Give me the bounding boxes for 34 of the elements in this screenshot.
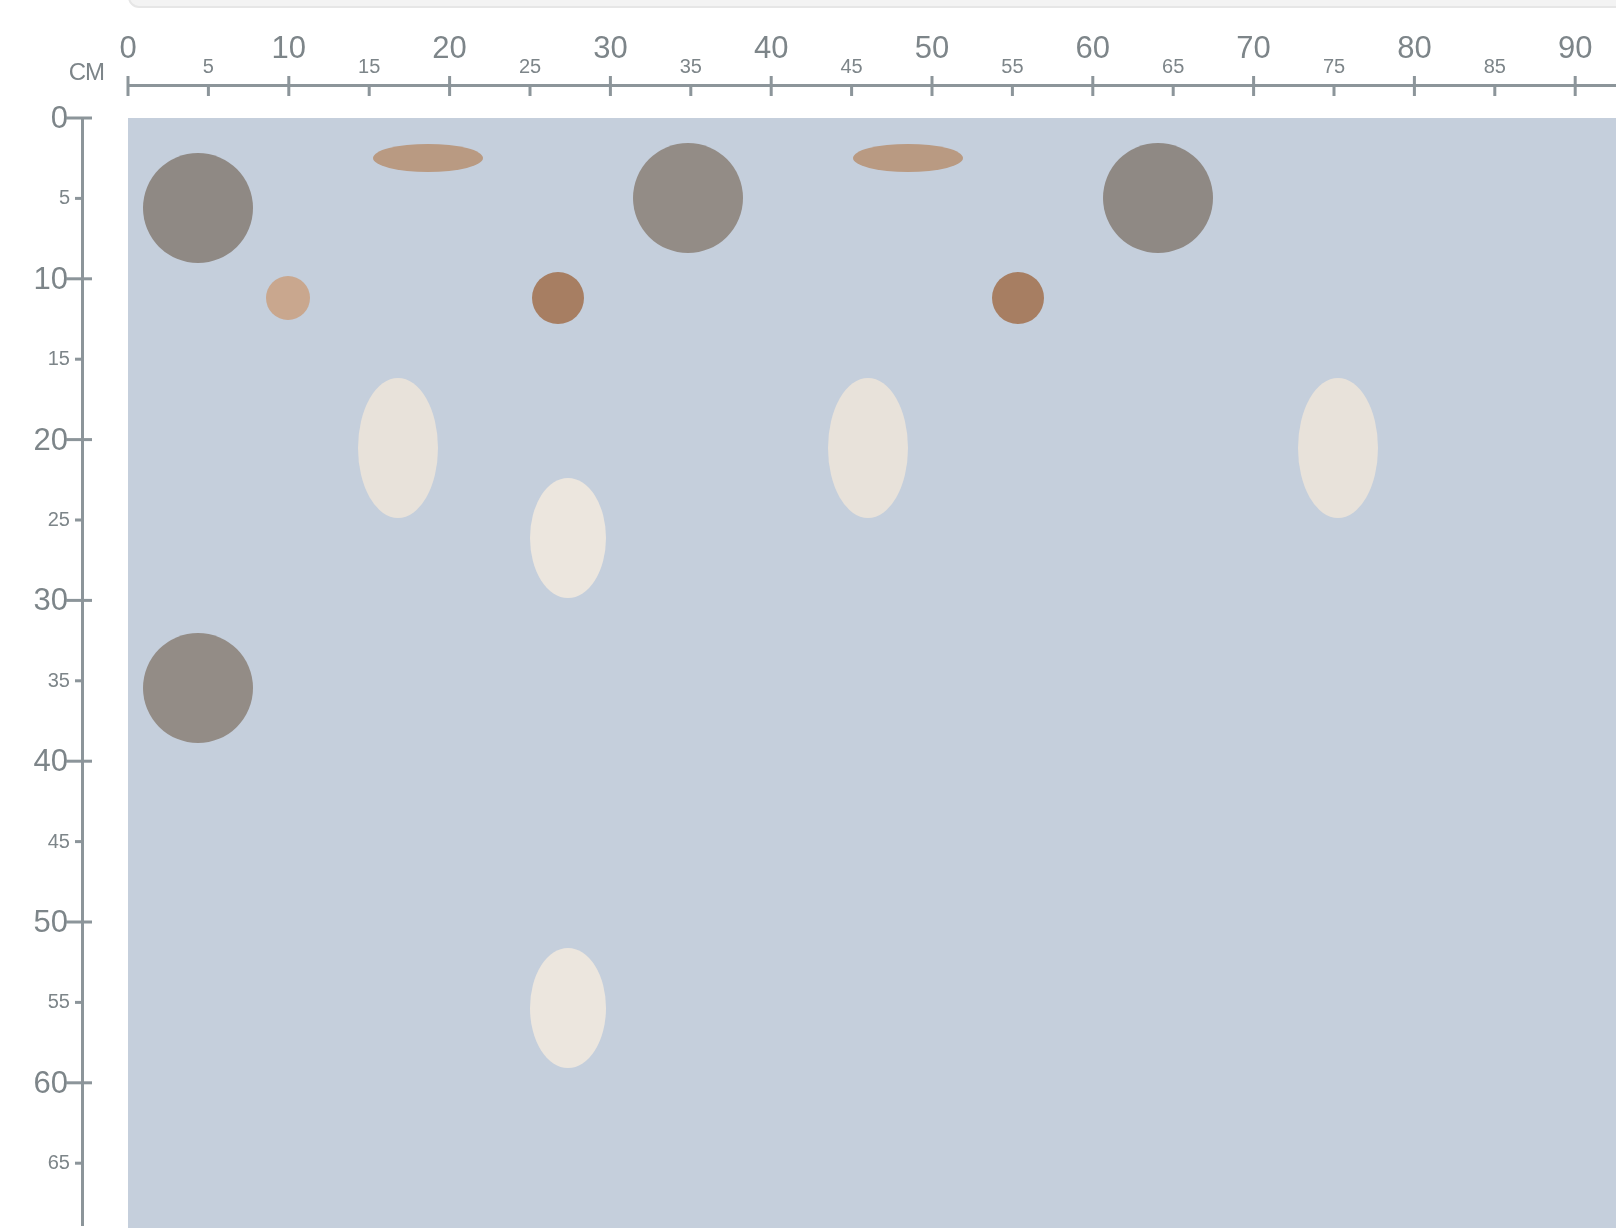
ruler-label: 55 xyxy=(47,991,70,1012)
ruler-label: 25 xyxy=(518,56,542,76)
ruler-label: 15 xyxy=(358,56,381,76)
ruler-label: 85 xyxy=(1483,56,1506,76)
ruler-label: 0 xyxy=(50,101,68,133)
ruler-label: 5 xyxy=(202,56,214,76)
ruler-label: 40 xyxy=(753,32,789,63)
ruler-label: 35 xyxy=(679,56,702,76)
ruler-label: 10 xyxy=(271,32,307,63)
ruler-label: 50 xyxy=(914,32,950,63)
ruler-label: 25 xyxy=(47,509,70,529)
ruler-label: 10 xyxy=(33,262,68,294)
ruler-label: 80 xyxy=(1397,32,1432,63)
ruler-label: 65 xyxy=(47,1152,70,1173)
ruler-label: 55 xyxy=(1001,56,1024,76)
ruler-label: 50 xyxy=(33,905,68,937)
ruler-label: 65 xyxy=(1162,56,1185,76)
ruler-label: 45 xyxy=(840,56,863,76)
ruler-label: 20 xyxy=(33,423,68,455)
ruler-label: 70 xyxy=(1236,32,1271,63)
ruler-label: 0 xyxy=(119,32,137,63)
ruler-label: 60 xyxy=(1075,32,1111,63)
ruler-label: 45 xyxy=(47,830,70,851)
ruler-label: 35 xyxy=(47,669,70,690)
ruler-label: 15 xyxy=(47,348,70,369)
ruler-label: 30 xyxy=(593,32,628,63)
ruler-label: 30 xyxy=(33,583,68,615)
ruler-label: 20 xyxy=(432,32,467,63)
ruler-label: 40 xyxy=(33,744,68,776)
unit-label: CM xyxy=(68,58,104,86)
ruler-label: 90 xyxy=(1557,32,1593,63)
ruler-label: 75 xyxy=(1322,56,1346,76)
ruler-label: 5 xyxy=(58,187,70,208)
ruler-label: 60 xyxy=(33,1066,68,1098)
